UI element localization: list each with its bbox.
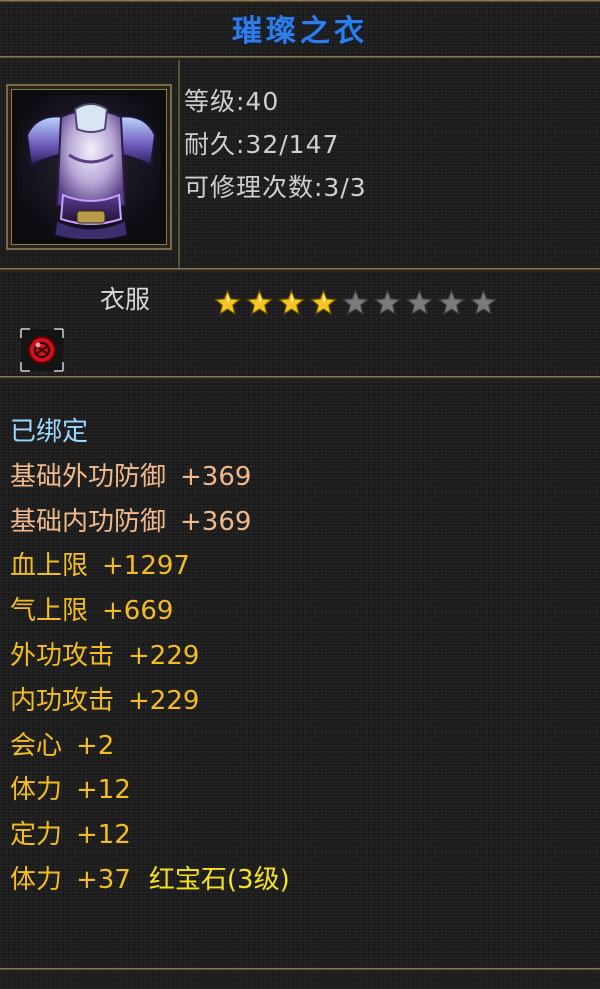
attribute-label: 会心 <box>10 730 63 761</box>
attribute-row: 内功攻击 +229 <box>10 681 590 726</box>
attribute-label: 气上限 <box>10 596 89 627</box>
repair-count-text: 可修理次数:3/3 <box>184 173 367 202</box>
attribute-label: 血上限 <box>10 551 89 582</box>
attribute-label: 基础外功防御 <box>10 461 167 492</box>
attribute-label: 体力 <box>10 775 63 806</box>
star-empty-icon <box>469 288 498 316</box>
attribute-value: +12 <box>76 775 131 806</box>
attribute-row: 定力 +12 <box>10 815 590 860</box>
gem-socket-image <box>20 328 64 372</box>
attribute-value: +229 <box>128 640 200 671</box>
item-tooltip-panel: 璀璨之衣 等级:40 耐久:32/147 可修理次数:3/3 衣服 已绑定 基础… <box>0 0 600 989</box>
star-filled-icon <box>277 288 306 316</box>
armor-chest-icon <box>17 95 161 239</box>
item-icon-frame <box>6 84 172 250</box>
attribute-value: +229 <box>128 685 200 716</box>
attribute-value: +37 <box>76 864 131 895</box>
star-empty-icon <box>341 288 370 316</box>
star-filled-icon <box>309 288 338 316</box>
attribute-label: 内功攻击 <box>10 685 115 716</box>
red-gem-socket-icon[interactable] <box>20 328 64 372</box>
attribute-label: 外功攻击 <box>10 640 115 671</box>
attribute-label: 定力 <box>10 820 63 851</box>
title-divider <box>0 56 600 59</box>
attribute-value: +1297 <box>102 551 190 582</box>
attribute-value: +369 <box>180 461 252 492</box>
attribute-value: +369 <box>180 506 252 537</box>
armor-chest-image <box>25 103 157 239</box>
attribute-row: 气上限 +669 <box>10 591 590 636</box>
icon-divider <box>178 60 180 268</box>
level-text: 等级:40 <box>184 87 280 116</box>
attribute-value: +2 <box>76 730 115 761</box>
attributes-divider <box>0 376 600 379</box>
item-category: 衣服 <box>100 285 151 314</box>
star-filled-icon <box>245 288 274 316</box>
attribute-row: 血上限 +1297 <box>10 546 590 591</box>
star-filled-icon <box>213 288 242 316</box>
attribute-value: +669 <box>102 596 174 627</box>
attribute-row: 体力 +37 红宝石(3级) <box>10 860 590 905</box>
attribute-row: 体力 +12 <box>10 770 590 815</box>
item-name: 璀璨之衣 <box>232 14 368 49</box>
attribute-row: 外功攻击 +229 <box>10 636 590 681</box>
star-rating <box>212 288 499 318</box>
attribute-row: 基础内功防御 +369 <box>10 502 590 547</box>
star-empty-icon <box>437 288 466 316</box>
attribute-row: 基础外功防御 +369 <box>10 457 590 502</box>
top-border <box>0 0 600 3</box>
gem-text: 红宝石(3级) <box>148 864 290 895</box>
attribute-row: 会心 +2 <box>10 726 590 771</box>
bottom-border <box>0 968 600 971</box>
bound-status: 已绑定 <box>10 417 89 447</box>
attribute-value: +12 <box>76 820 131 851</box>
star-empty-icon <box>373 288 402 316</box>
star-empty-icon <box>405 288 434 316</box>
attribute-label: 体力 <box>10 864 63 895</box>
attribute-list: 已绑定 基础外功防御 +369 基础内功防御 +369 血上限 +1297 气上限 +6… <box>10 412 590 905</box>
durability-text: 耐久:32/147 <box>184 130 340 159</box>
attribute-label: 基础内功防御 <box>10 506 167 537</box>
header-divider <box>0 268 600 271</box>
